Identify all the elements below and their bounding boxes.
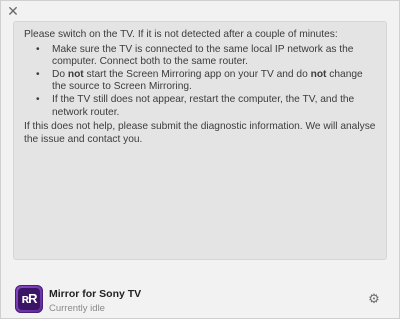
status-footer: ʀR Mirror for Sony TV Currently idle ⚙ — [1, 263, 399, 319]
app-icon-letters: ʀR — [18, 288, 40, 310]
intro-text: Please switch on the TV. If it is not de… — [24, 29, 338, 40]
app-icon: ʀR — [15, 285, 43, 313]
tip-text: Make sure the TV is connected to the sam… — [52, 43, 354, 68]
bullet-icon: • — [36, 43, 40, 55]
tip-text: Do — [52, 68, 68, 80]
tip-network: • Make sure the TV is connected to the s… — [24, 44, 376, 69]
tip-emphasis: not — [310, 68, 327, 80]
bullet-icon: • — [36, 93, 40, 105]
tips-list: • Make sure the TV is connected to the s… — [24, 44, 376, 120]
app-window: ✕ Please switch on the TV. If it is not … — [0, 0, 400, 319]
app-name: Mirror for Sony TV — [49, 288, 142, 300]
close-icon[interactable]: ✕ — [6, 4, 20, 18]
tip-screen-mirroring: • Do not start the Screen Mirroring app … — [24, 69, 376, 94]
message-panel: Please switch on the TV. If it is not de… — [13, 21, 387, 260]
tip-text: start the Screen Mirroring app on your T… — [83, 68, 311, 80]
bullet-icon: • — [36, 68, 40, 80]
status-text: Currently idle — [49, 303, 105, 314]
tip-restart: • If the TV still does not appear, resta… — [24, 94, 376, 119]
tip-emphasis: not — [67, 68, 84, 80]
tip-text: If the TV still does not appear, restart… — [52, 93, 355, 118]
outro-text: If this does not help, please submit the… — [24, 121, 376, 145]
gear-icon[interactable]: ⚙ — [367, 292, 381, 306]
